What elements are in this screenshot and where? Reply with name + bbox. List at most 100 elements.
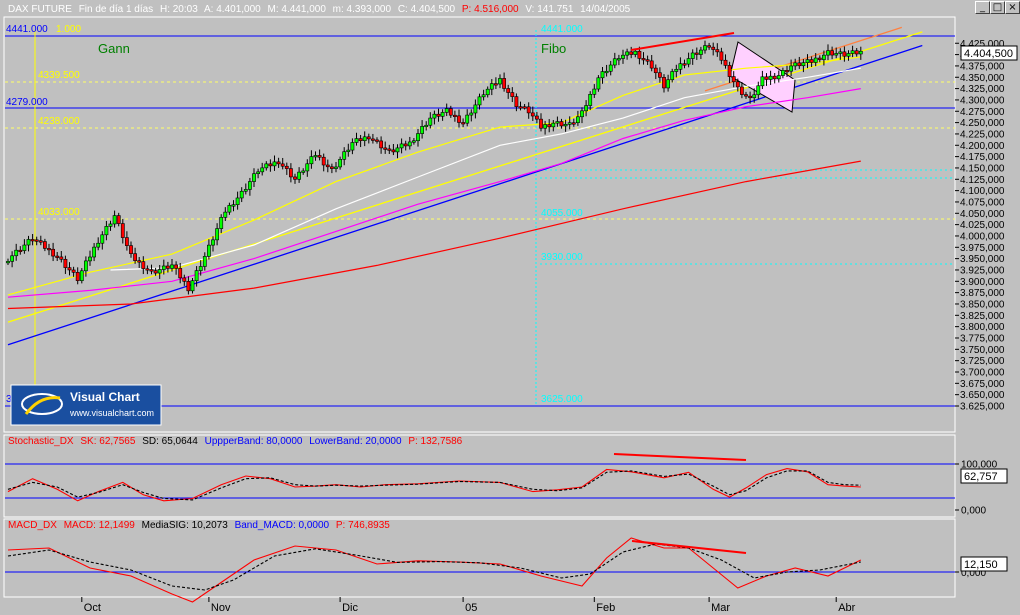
candle-body (47, 248, 51, 251)
candle-body (522, 106, 527, 109)
candle-body (858, 50, 863, 55)
price-header: DAX FUTURE Fin de día 1 días H: 20:03 A:… (8, 4, 631, 15)
candle-body (190, 280, 195, 292)
label-4055: 4055.000 (541, 208, 583, 219)
candle-body (153, 270, 158, 274)
candle-body (67, 267, 72, 271)
candle-body (444, 108, 449, 113)
candle-body (243, 189, 248, 192)
candle-body (752, 94, 757, 99)
candle-body (838, 51, 843, 54)
candle-body (461, 122, 466, 125)
candle-body (698, 49, 703, 55)
candle-body (120, 223, 125, 238)
candle-body (834, 53, 839, 56)
candle-body (354, 138, 359, 143)
candle-body (629, 51, 634, 55)
candle-body (805, 59, 810, 63)
candle-body (79, 270, 84, 281)
stoch-sk: SK: 62,7565 (80, 436, 135, 447)
candle-body (744, 94, 748, 97)
candle-body (809, 59, 814, 63)
candle-body (703, 45, 707, 51)
candle-body (452, 114, 457, 117)
candle-body (30, 239, 35, 242)
time-tick-label: Nov (211, 602, 231, 614)
candle-body (793, 62, 798, 67)
macd-current-label: 12,150 (964, 559, 998, 571)
candle-body (116, 215, 121, 224)
price-tick-label: 4.225,000 (960, 129, 1005, 140)
macd-band: Band_MACD: 0,0000 (235, 520, 330, 531)
candle-body (690, 52, 695, 59)
candle-body (686, 58, 691, 65)
price-tick-label: 3.650,000 (960, 390, 1005, 401)
candle-body (608, 64, 613, 72)
price-tick-label: 4.150,000 (960, 163, 1005, 174)
price-tick-label: 4.250,000 (960, 118, 1005, 129)
candle-body (51, 248, 56, 257)
candle-body (510, 92, 515, 97)
stoch-name: Stochastic_DX (8, 436, 74, 447)
candle-body (141, 261, 146, 269)
candle-body (198, 266, 203, 271)
candle-body (612, 58, 617, 66)
chart-canvas[interactable]: DAX FUTURE Fin de día 1 días H: 20:03 A:… (0, 0, 1020, 615)
candle-body (133, 253, 138, 261)
candle-body (539, 118, 543, 129)
candle-body (194, 270, 199, 282)
candle-body (149, 269, 154, 272)
candle-body (59, 256, 64, 260)
price-tick-label: 4.125,000 (960, 175, 1005, 186)
visual-chart-logo[interactable]: Visual Chart www.visualchart.com (10, 384, 162, 426)
visual-chart-window: _ □ × DAX FUTURE Fin de día 1 días H: 20… (0, 0, 1020, 615)
candle-body (166, 265, 170, 269)
candle-body (288, 168, 293, 178)
header-period: Fin de día 1 días (79, 4, 154, 15)
candle-body (129, 245, 133, 254)
price-tick-label: 4.025,000 (960, 220, 1005, 231)
candle-body (424, 124, 429, 128)
price-tick-label: 3.950,000 (960, 254, 1005, 265)
candle-body (235, 197, 240, 205)
candle-body (256, 171, 261, 175)
candle-body (305, 163, 310, 172)
candle-body (826, 50, 830, 56)
candle-body (202, 256, 207, 267)
candle-body (682, 63, 687, 66)
candle-body (580, 110, 584, 118)
time-tick-label: 05 (465, 602, 477, 614)
candle-body (145, 268, 150, 271)
candle-body (854, 50, 859, 55)
label-4279: 4279.000 (6, 97, 48, 108)
candle-body (215, 228, 220, 241)
candle-body (92, 246, 97, 258)
candle-body (10, 255, 15, 262)
candle-body (498, 78, 502, 85)
current-price-label: 4.404,500 (964, 48, 1013, 60)
candle-body (309, 156, 314, 165)
price-tick-label: 4.325,000 (960, 84, 1005, 95)
macd-name: MACD_DX (8, 520, 57, 531)
candle-body (268, 163, 273, 167)
candle-body (362, 136, 367, 141)
candle-body (534, 115, 539, 120)
label-4339: 4339.500 (38, 70, 80, 81)
candle-body (38, 240, 43, 243)
candle-body (317, 155, 322, 158)
price-tick-label: 3.850,000 (960, 299, 1005, 310)
candle-body (723, 59, 728, 66)
candle-body (342, 151, 347, 160)
candle-body (485, 88, 490, 96)
candle-body (821, 54, 826, 60)
price-tick-label: 3.800,000 (960, 322, 1005, 333)
price-tick-label: 3.925,000 (960, 265, 1005, 276)
candle-body (178, 268, 183, 279)
candle-body (641, 58, 646, 61)
candle-body (219, 217, 224, 229)
candle-body (662, 77, 666, 89)
price-tick-label: 3.750,000 (960, 345, 1005, 356)
candle-body (625, 51, 630, 56)
header-p: P: 4.516,000 (462, 4, 519, 15)
candle-body (137, 260, 142, 263)
